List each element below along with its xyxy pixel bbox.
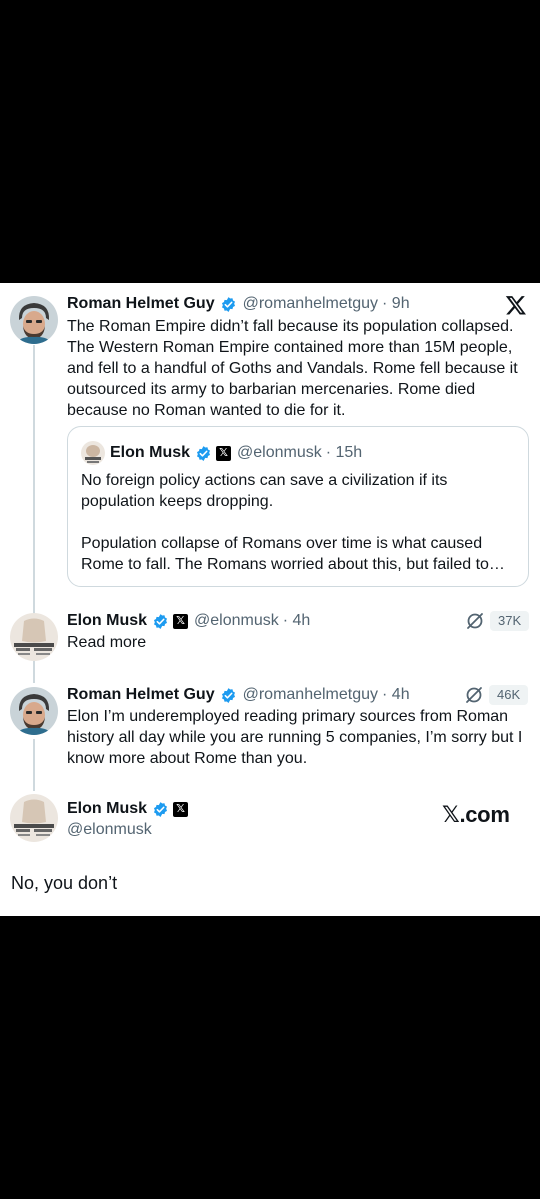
verified-check-icon bbox=[220, 687, 237, 704]
grok-icon[interactable] bbox=[465, 611, 485, 631]
avatar bbox=[81, 441, 105, 465]
avatar[interactable] bbox=[10, 687, 58, 735]
tweet-text: No, you don’t bbox=[11, 873, 118, 893]
thread-line bbox=[33, 739, 35, 791]
x-affiliate-badge-icon: 𝕏 bbox=[216, 445, 232, 461]
author-handle[interactable]: @elonmusk bbox=[194, 611, 279, 631]
tweet-header: Elon Musk 𝕏 @elonmusk · 4h bbox=[67, 611, 310, 631]
thread-line bbox=[33, 345, 35, 645]
author-name[interactable]: Roman Helmet Guy bbox=[67, 294, 215, 314]
read-more-link[interactable]: Read more bbox=[67, 632, 146, 653]
x-com-wordmark: 𝕏.com bbox=[442, 802, 510, 828]
x-affiliate-badge-icon: 𝕏 bbox=[173, 613, 189, 629]
grok-icon[interactable] bbox=[464, 685, 484, 705]
x-com-domain: .com bbox=[459, 802, 510, 827]
timestamp: · 15h bbox=[325, 444, 363, 461]
author-name: Elon Musk bbox=[110, 444, 191, 461]
thread-line bbox=[33, 658, 35, 683]
timestamp[interactable]: · 4h bbox=[382, 685, 410, 705]
timestamp[interactable]: · 9h bbox=[382, 294, 410, 314]
avatar[interactable] bbox=[10, 296, 58, 344]
x-affiliate-badge-icon: 𝕏 bbox=[173, 801, 189, 817]
avatar[interactable] bbox=[10, 613, 58, 661]
author-name[interactable]: Elon Musk bbox=[67, 611, 147, 631]
verified-check-icon bbox=[195, 445, 212, 462]
quote-header: Elon Musk 𝕏 @elonmusk · 15h bbox=[110, 443, 362, 463]
tweet-text: Elon I’m underemployed reading primary s… bbox=[67, 708, 523, 767]
tweet-text: The Roman Empire didn’t fall because its… bbox=[67, 318, 518, 419]
timestamp[interactable]: · 4h bbox=[283, 611, 311, 631]
x-logo-icon bbox=[505, 294, 527, 316]
author-handle: @elonmusk bbox=[237, 444, 322, 461]
author-name[interactable]: Elon Musk bbox=[67, 799, 147, 819]
view-count-badge: 37K bbox=[490, 611, 530, 631]
author-handle[interactable]: @elonmusk bbox=[67, 820, 152, 840]
quote-text: Population collapse of Romans over time … bbox=[81, 535, 505, 573]
author-handle[interactable]: @romanhelmetguy bbox=[243, 685, 378, 705]
verified-check-icon bbox=[220, 296, 237, 313]
author-handle[interactable]: @romanhelmetguy bbox=[243, 294, 378, 314]
quoted-tweet[interactable]: Elon Musk 𝕏 @elonmusk · 15h No foreign p… bbox=[67, 426, 529, 587]
tweet-header: Elon Musk 𝕏 bbox=[67, 799, 189, 819]
x-com-glyph: 𝕏 bbox=[442, 803, 460, 828]
author-handle-row: @elonmusk bbox=[67, 820, 152, 840]
avatar[interactable] bbox=[10, 794, 58, 842]
verified-check-icon bbox=[152, 801, 169, 818]
tweet-header: Roman Helmet Guy @romanhelmetguy · 4h bbox=[67, 685, 410, 705]
quote-text: No foreign policy actions can save a civ… bbox=[81, 472, 448, 510]
tweet-header: Roman Helmet Guy @romanhelmetguy · 9h bbox=[67, 294, 410, 314]
verified-check-icon bbox=[152, 613, 169, 630]
view-count-badge: 46K bbox=[489, 685, 529, 705]
screenshot-card: Roman Helmet Guy @romanhelmetguy · 9h Th… bbox=[0, 283, 540, 916]
author-name[interactable]: Roman Helmet Guy bbox=[67, 685, 215, 705]
